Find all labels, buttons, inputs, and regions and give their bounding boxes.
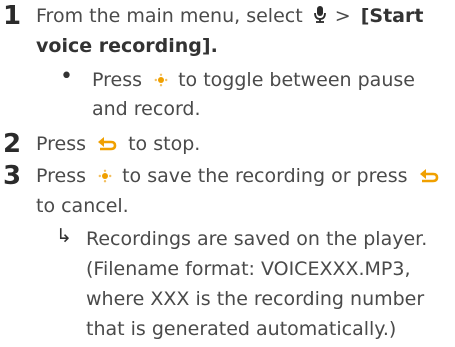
- step-1-sub-line-2: and record.: [92, 98, 201, 120]
- play-pause-icon: [98, 164, 112, 190]
- step-1-sub-press: Press: [92, 69, 143, 91]
- step-2-line-1: Press to stop.: [36, 131, 200, 158]
- bullet-icon: •: [60, 64, 73, 89]
- play-pause-icon: [154, 68, 168, 94]
- step-1-line-1: From the main menu, select > [Start: [36, 3, 423, 30]
- step-1-line-2: voice recording].: [36, 33, 218, 59]
- step-1-sub-line-1: Press to toggle between pause: [92, 67, 415, 94]
- step-number-1: 1: [3, 1, 22, 31]
- step-number-3: 3: [3, 161, 22, 191]
- result-arrow-icon: ↳: [56, 225, 72, 247]
- step-2-suffix: to stop.: [128, 133, 201, 155]
- step-3-result-4: that is generated automatically.): [86, 318, 397, 340]
- step-number-2: 2: [3, 129, 22, 159]
- microphone-icon: [313, 4, 327, 30]
- step-3-line-1: Press to save the recording or press: [36, 163, 440, 190]
- back-icon: [418, 164, 440, 190]
- step-3-prefix: Press: [36, 165, 87, 187]
- step-3-mid: to save the recording or press: [122, 165, 408, 187]
- step-1-prefix: From the main menu, select: [36, 5, 303, 27]
- step-1-sub-tail: to toggle between pause: [178, 69, 415, 91]
- step-3-result-2: (Filename format: VOICEXXX.MP3,: [86, 258, 411, 280]
- back-icon: [96, 132, 118, 158]
- step-2-prefix: Press: [36, 133, 87, 155]
- step-1-voice-recording: voice recording].: [36, 35, 218, 57]
- step-3-result-1: Recordings are saved on the player.: [86, 228, 428, 250]
- step-1-start: [Start: [360, 5, 424, 27]
- step-3-line-2: to cancel.: [36, 195, 129, 217]
- step-1-gt: >: [334, 5, 351, 27]
- step-3-result-3: where XXX is the recording number: [86, 288, 425, 310]
